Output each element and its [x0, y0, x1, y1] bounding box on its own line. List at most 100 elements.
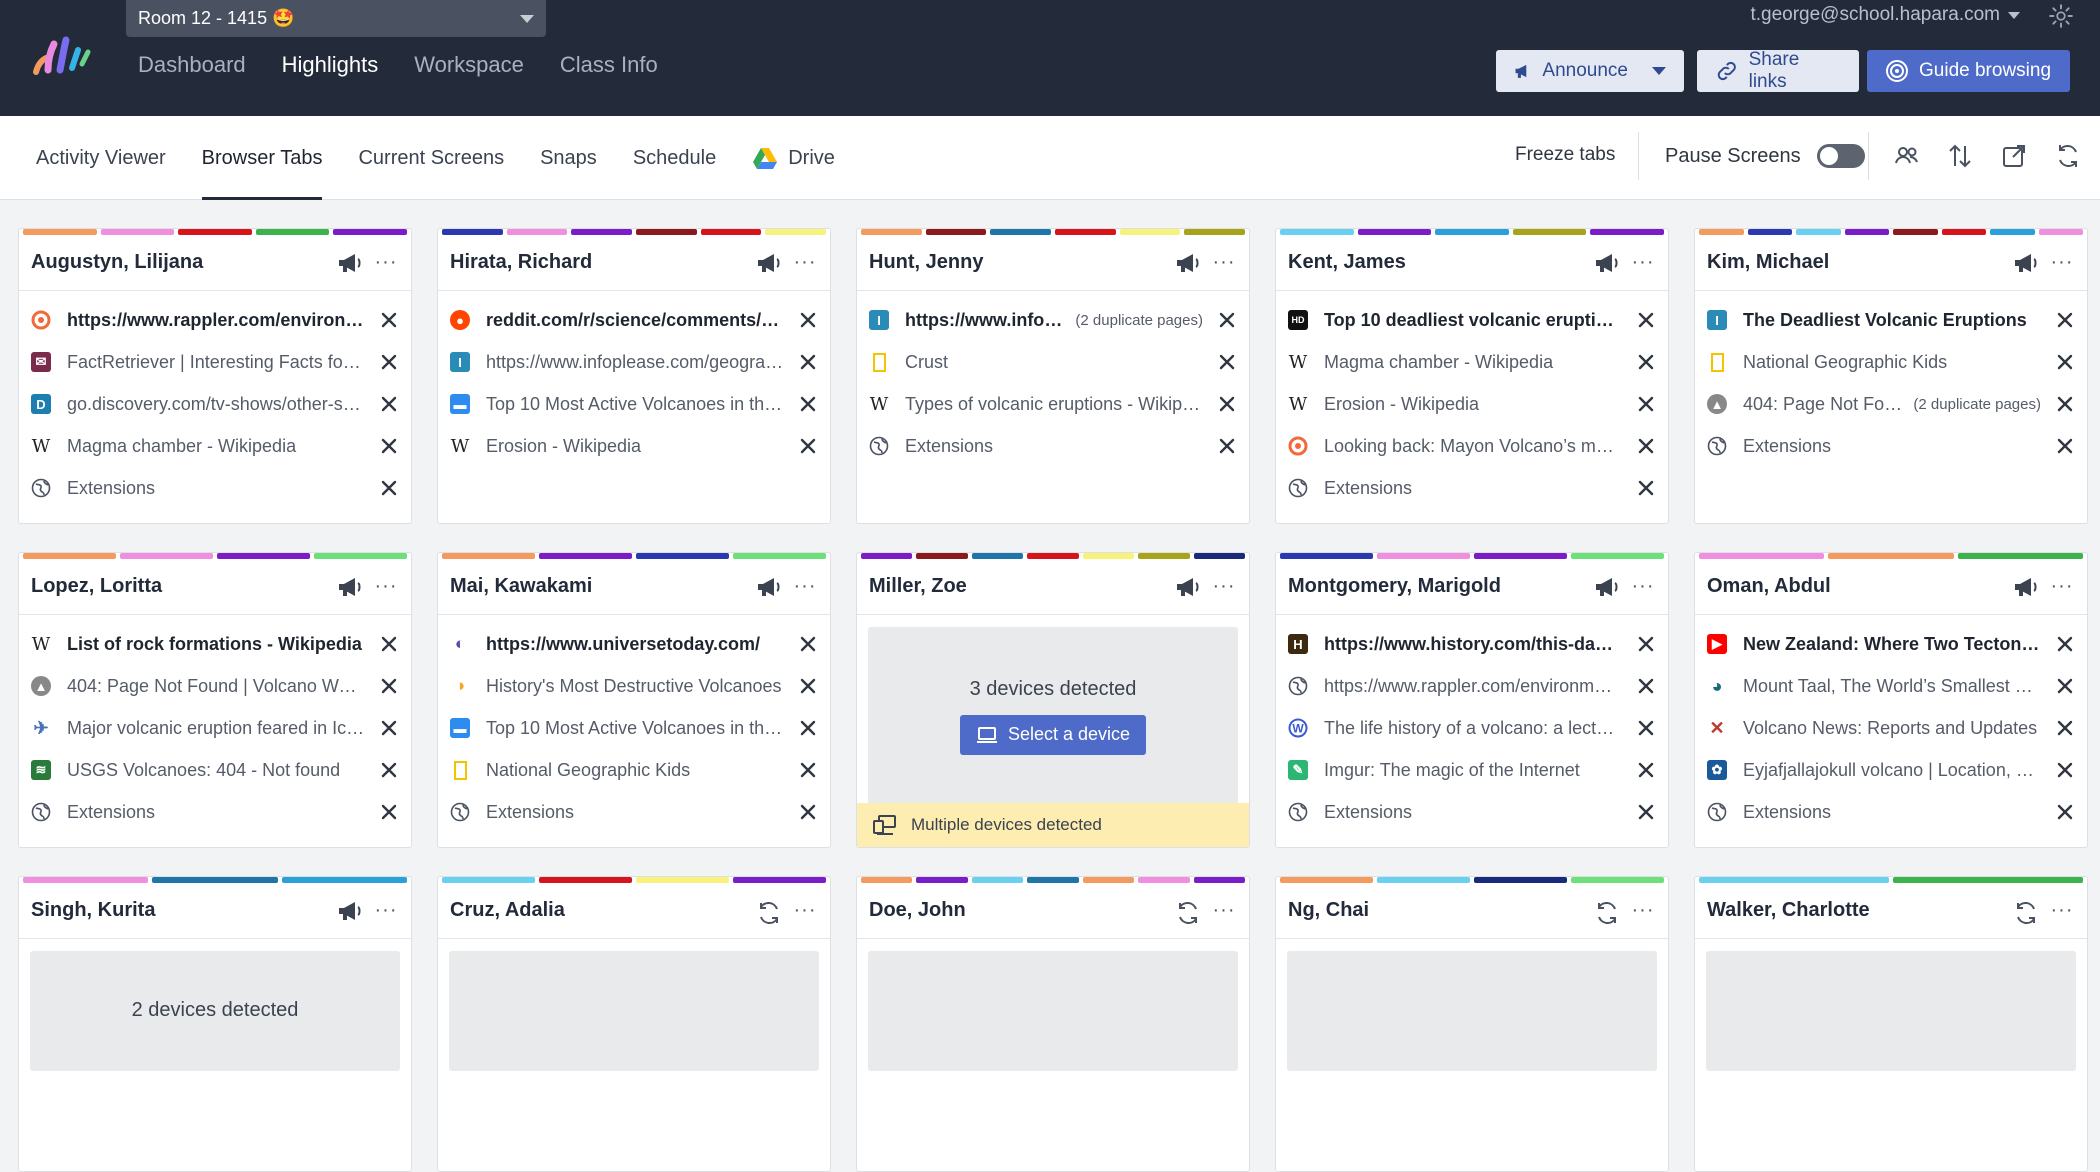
browser-tab-row[interactable]: Hhttps://www.history.com/this-day-in-his… — [1276, 623, 1668, 665]
student-name[interactable]: Doe, John — [869, 899, 1157, 922]
close-tab-icon[interactable] — [798, 760, 818, 780]
browser-tab-row[interactable]: W Erosion - Wikipedia — [438, 425, 830, 467]
sort-icon[interactable] — [1946, 142, 1974, 170]
student-name[interactable]: Cruz, Adalia — [450, 899, 738, 922]
gear-icon[interactable] — [2048, 3, 2074, 29]
browser-tab-title[interactable]: https://www.universetoday.com/ — [486, 634, 784, 655]
close-tab-icon[interactable] — [379, 436, 399, 456]
megaphone-icon[interactable] — [756, 252, 782, 274]
student-name[interactable]: Miller, Zoe — [869, 575, 1157, 598]
browser-tab-row[interactable]: Ihttps://www.infoplease.com/geography/vo… — [438, 341, 830, 383]
close-tab-icon[interactable] — [379, 760, 399, 780]
browser-tab-row[interactable]: W The life history of a volcano: a lectur… — [1276, 707, 1668, 749]
refresh-icon[interactable] — [2054, 142, 2082, 170]
student-name[interactable]: Lopez, Loritta — [31, 575, 319, 598]
refresh-icon[interactable] — [2013, 900, 2039, 924]
close-tab-icon[interactable] — [379, 802, 399, 822]
browser-tab-row[interactable]: ✉ FactRetriever | Interesting Facts for K… — [19, 341, 411, 383]
browser-tab-title[interactable]: USGS Volcanoes: 404 - Not found — [67, 760, 365, 781]
browser-tab-row[interactable]: ▬ Top 10 Most Active Volcanoes in the Wor… — [438, 383, 830, 425]
browser-tab-row[interactable]: Extensions — [1276, 467, 1668, 509]
close-tab-icon[interactable] — [798, 352, 818, 372]
browser-tab-row[interactable]: ◕ Mount Taal, The World’s Smallest Volcan… — [1695, 665, 2087, 707]
browser-tab-title[interactable]: https://www.infoplease.com/geography/vol… — [486, 352, 784, 373]
close-tab-icon[interactable] — [1636, 802, 1656, 822]
megaphone-icon[interactable] — [2013, 252, 2039, 274]
more-options-icon[interactable]: ··· — [1211, 575, 1237, 598]
browser-tab-row[interactable]: Extensions — [1276, 791, 1668, 833]
close-tab-icon[interactable] — [379, 718, 399, 738]
browser-tab-row[interactable]: Extensions — [1695, 791, 2087, 833]
close-tab-icon[interactable] — [1636, 310, 1656, 330]
browser-tab-title[interactable]: Magma chamber - Wikipedia — [1324, 352, 1622, 373]
browser-tab-row[interactable]: https://www.rappler.com/environment/ — [1276, 665, 1668, 707]
refresh-icon[interactable] — [1175, 900, 1201, 924]
select-device-button[interactable]: Select a device — [959, 714, 1147, 755]
close-tab-icon[interactable] — [1636, 394, 1656, 414]
browser-tab-title[interactable]: New Zealand: Where Two Tectonic Plates M… — [1743, 634, 2041, 655]
megaphone-icon[interactable] — [1175, 252, 1201, 274]
student-name[interactable]: Ng, Chai — [1288, 899, 1576, 922]
student-name[interactable]: Montgomery, Marigold — [1288, 575, 1576, 598]
group-icon[interactable] — [1893, 142, 1921, 170]
student-name[interactable]: Augustyn, Lilijana — [31, 251, 319, 274]
browser-tab-title[interactable]: Extensions — [67, 802, 365, 823]
guide-browsing-button[interactable]: Guide browsing — [1867, 50, 2070, 92]
browser-tab-row[interactable]: HD Top 10 deadliest volcanic eruptions — [1276, 299, 1668, 341]
share-links-button[interactable]: Share links — [1697, 49, 1859, 92]
more-options-icon[interactable]: ··· — [2049, 251, 2075, 274]
browser-tab-title[interactable]: Extensions — [67, 478, 365, 499]
browser-tab-title[interactable]: Volcano News: Reports and Updates — [1743, 718, 2041, 739]
browser-tab-title[interactable]: reddit.com/r/science/comments/volcano — [486, 310, 784, 331]
browser-tab-row[interactable]: Extensions — [857, 425, 1249, 467]
browser-tab-title[interactable]: FactRetriever | Interesting Facts for Ki… — [67, 352, 365, 373]
browser-tab-title[interactable]: https://www.history.com/this-day-in-hist… — [1324, 634, 1622, 655]
close-tab-icon[interactable] — [2055, 676, 2075, 696]
student-name[interactable]: Hirata, Richard — [450, 251, 738, 274]
browser-tab-title[interactable]: Erosion - Wikipedia — [486, 436, 784, 457]
more-options-icon[interactable]: ··· — [792, 575, 818, 598]
more-options-icon[interactable]: ··· — [373, 899, 399, 922]
browser-tab-row[interactable]: National Geographic Kids — [438, 749, 830, 791]
browser-tab-title[interactable]: go.discovery.com/tv-shows/other-shows — [67, 394, 365, 415]
browser-tab-title[interactable]: Extensions — [1743, 802, 2041, 823]
browser-tab-title[interactable]: 404: Page Not Found | Volcano World — [67, 676, 365, 697]
close-tab-icon[interactable] — [798, 676, 818, 696]
tab-browser-tabs[interactable]: Browser Tabs — [201, 116, 322, 200]
browser-tab-title[interactable]: https://www.rappler.com/environment/ — [1324, 676, 1622, 697]
close-tab-icon[interactable] — [2055, 352, 2075, 372]
browser-tab-title[interactable]: Top 10 Most Active Volcanoes in the Worl… — [486, 718, 784, 739]
student-name[interactable]: Walker, Charlotte — [1707, 899, 1995, 922]
browser-tab-title[interactable]: National Geographic Kids — [1743, 352, 2041, 373]
browser-tab-title[interactable]: History's Most Destructive Volcanoes — [486, 676, 784, 697]
browser-tab-title[interactable]: National Geographic Kids — [486, 760, 784, 781]
more-options-icon[interactable]: ··· — [1211, 251, 1237, 274]
megaphone-icon[interactable] — [1175, 576, 1201, 598]
browser-tab-title[interactable]: Crust — [905, 352, 1203, 373]
open-external-icon[interactable] — [2000, 142, 2028, 170]
browser-tab-row[interactable]: ✕ Volcano News: Reports and Updates — [1695, 707, 2087, 749]
browser-tab-row[interactable]: ✿ Eyjafjallajokull volcano | Location, Er… — [1695, 749, 2087, 791]
browser-tab-row[interactable]: Looking back: Mayon Volcano’s most... — [1276, 425, 1668, 467]
close-tab-icon[interactable] — [1636, 478, 1656, 498]
close-tab-icon[interactable] — [2055, 394, 2075, 414]
browser-tab-row[interactable]: ▶ New Zealand: Where Two Tectonic Plates … — [1695, 623, 2087, 665]
tab-activity-viewer[interactable]: Activity Viewer — [36, 116, 166, 200]
more-options-icon[interactable]: ··· — [1630, 899, 1656, 922]
nav-dashboard[interactable]: Dashboard — [138, 52, 246, 78]
megaphone-icon[interactable] — [2013, 576, 2039, 598]
browser-tab-title[interactable]: Top 10 deadliest volcanic eruptions — [1324, 310, 1622, 331]
more-options-icon[interactable]: ··· — [792, 251, 818, 274]
browser-tab-row[interactable]: ✎ Imgur: The magic of the Internet — [1276, 749, 1668, 791]
close-tab-icon[interactable] — [2055, 634, 2075, 654]
browser-tab-title[interactable]: List of rock formations - Wikipedia — [67, 634, 365, 655]
megaphone-icon[interactable] — [1594, 576, 1620, 598]
browser-tab-title[interactable]: Extensions — [1324, 478, 1622, 499]
refresh-icon[interactable] — [1594, 900, 1620, 924]
browser-tab-row[interactable]: ▲ 404: Page Not Found (2 duplicate pages) — [1695, 383, 2087, 425]
browser-tab-row[interactable]: W Erosion - Wikipedia — [1276, 383, 1668, 425]
browser-tab-title[interactable]: Extensions — [1324, 802, 1622, 823]
freeze-tabs-button[interactable]: Freeze tabs — [1515, 144, 1615, 166]
megaphone-icon[interactable] — [756, 576, 782, 598]
browser-tab-row[interactable]: Ihttps://www.infoplease.com/ (2 duplicate… — [857, 299, 1249, 341]
